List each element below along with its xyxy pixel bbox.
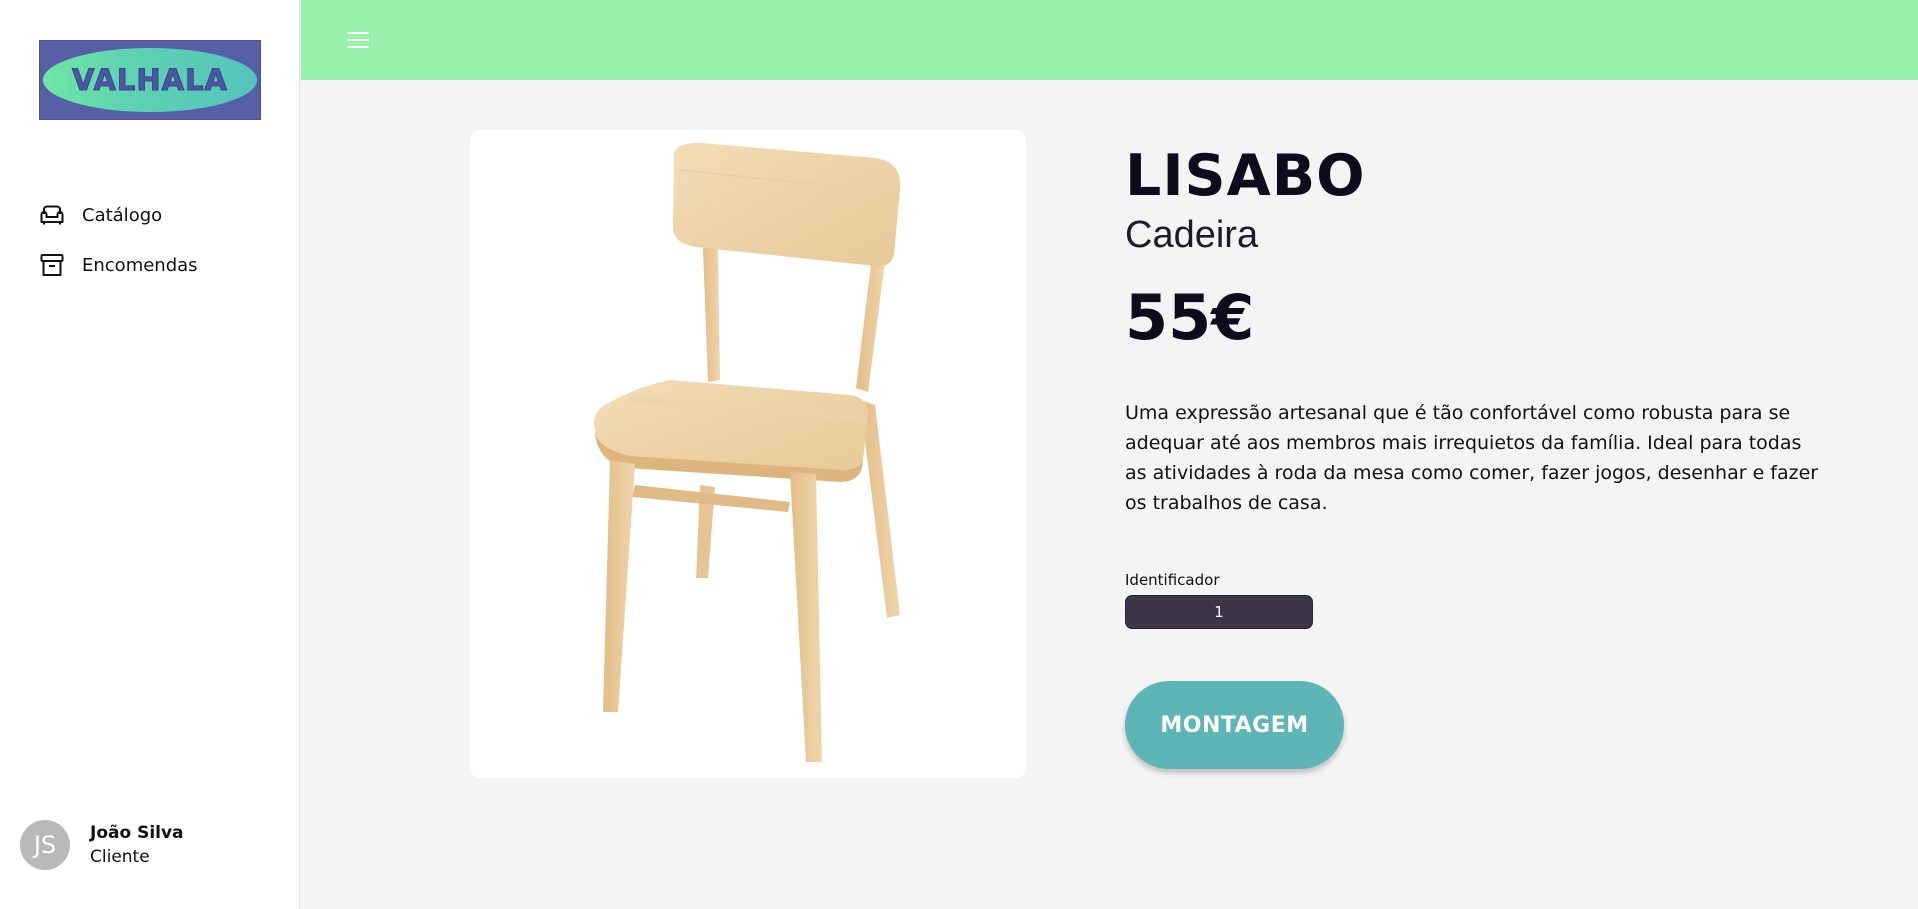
identifier-label: Identificador (1125, 571, 1220, 589)
sidebar-item-label: Encomendas (82, 254, 198, 276)
product-price: 55€ (1125, 281, 1255, 354)
hamburger-menu-icon[interactable] (347, 27, 375, 53)
armchair-icon (40, 205, 64, 225)
product-image (470, 130, 1026, 778)
sidebar-item-catalogo[interactable]: Catálogo (38, 190, 198, 240)
valhala-logo[interactable]: VALHALA (39, 40, 261, 120)
product-type: Cadeira (1125, 214, 1259, 256)
product-details: LISABO Cadeira 55€ Uma expressão artesan… (1125, 142, 1825, 769)
sidebar: VALHALA Catálogo Encomendas JS João Silv… (0, 0, 300, 909)
product-name: LISABO (1125, 143, 1366, 209)
archive-box-icon (40, 254, 64, 276)
top-bar (301, 0, 1918, 80)
product-description: Uma expressão artesanal que é tão confor… (1125, 402, 1819, 514)
chair-image (594, 142, 901, 762)
user-profile[interactable]: JS João Silva Cliente (20, 820, 184, 870)
identifier-field[interactable]: 1 (1125, 595, 1313, 629)
sidebar-item-label: Catálogo (82, 204, 163, 226)
montagem-button[interactable]: MONTAGEM (1125, 681, 1344, 769)
user-name: João Silva (90, 823, 184, 843)
user-role: Cliente (90, 847, 150, 867)
logo-oval: VALHALA (43, 48, 257, 112)
avatar: JS (20, 820, 70, 870)
logo-text: VALHALA (71, 63, 229, 98)
sidebar-nav: Catálogo Encomendas (38, 190, 198, 290)
user-info: João Silva Cliente (90, 821, 184, 869)
sidebar-item-encomendas[interactable]: Encomendas (38, 240, 198, 290)
